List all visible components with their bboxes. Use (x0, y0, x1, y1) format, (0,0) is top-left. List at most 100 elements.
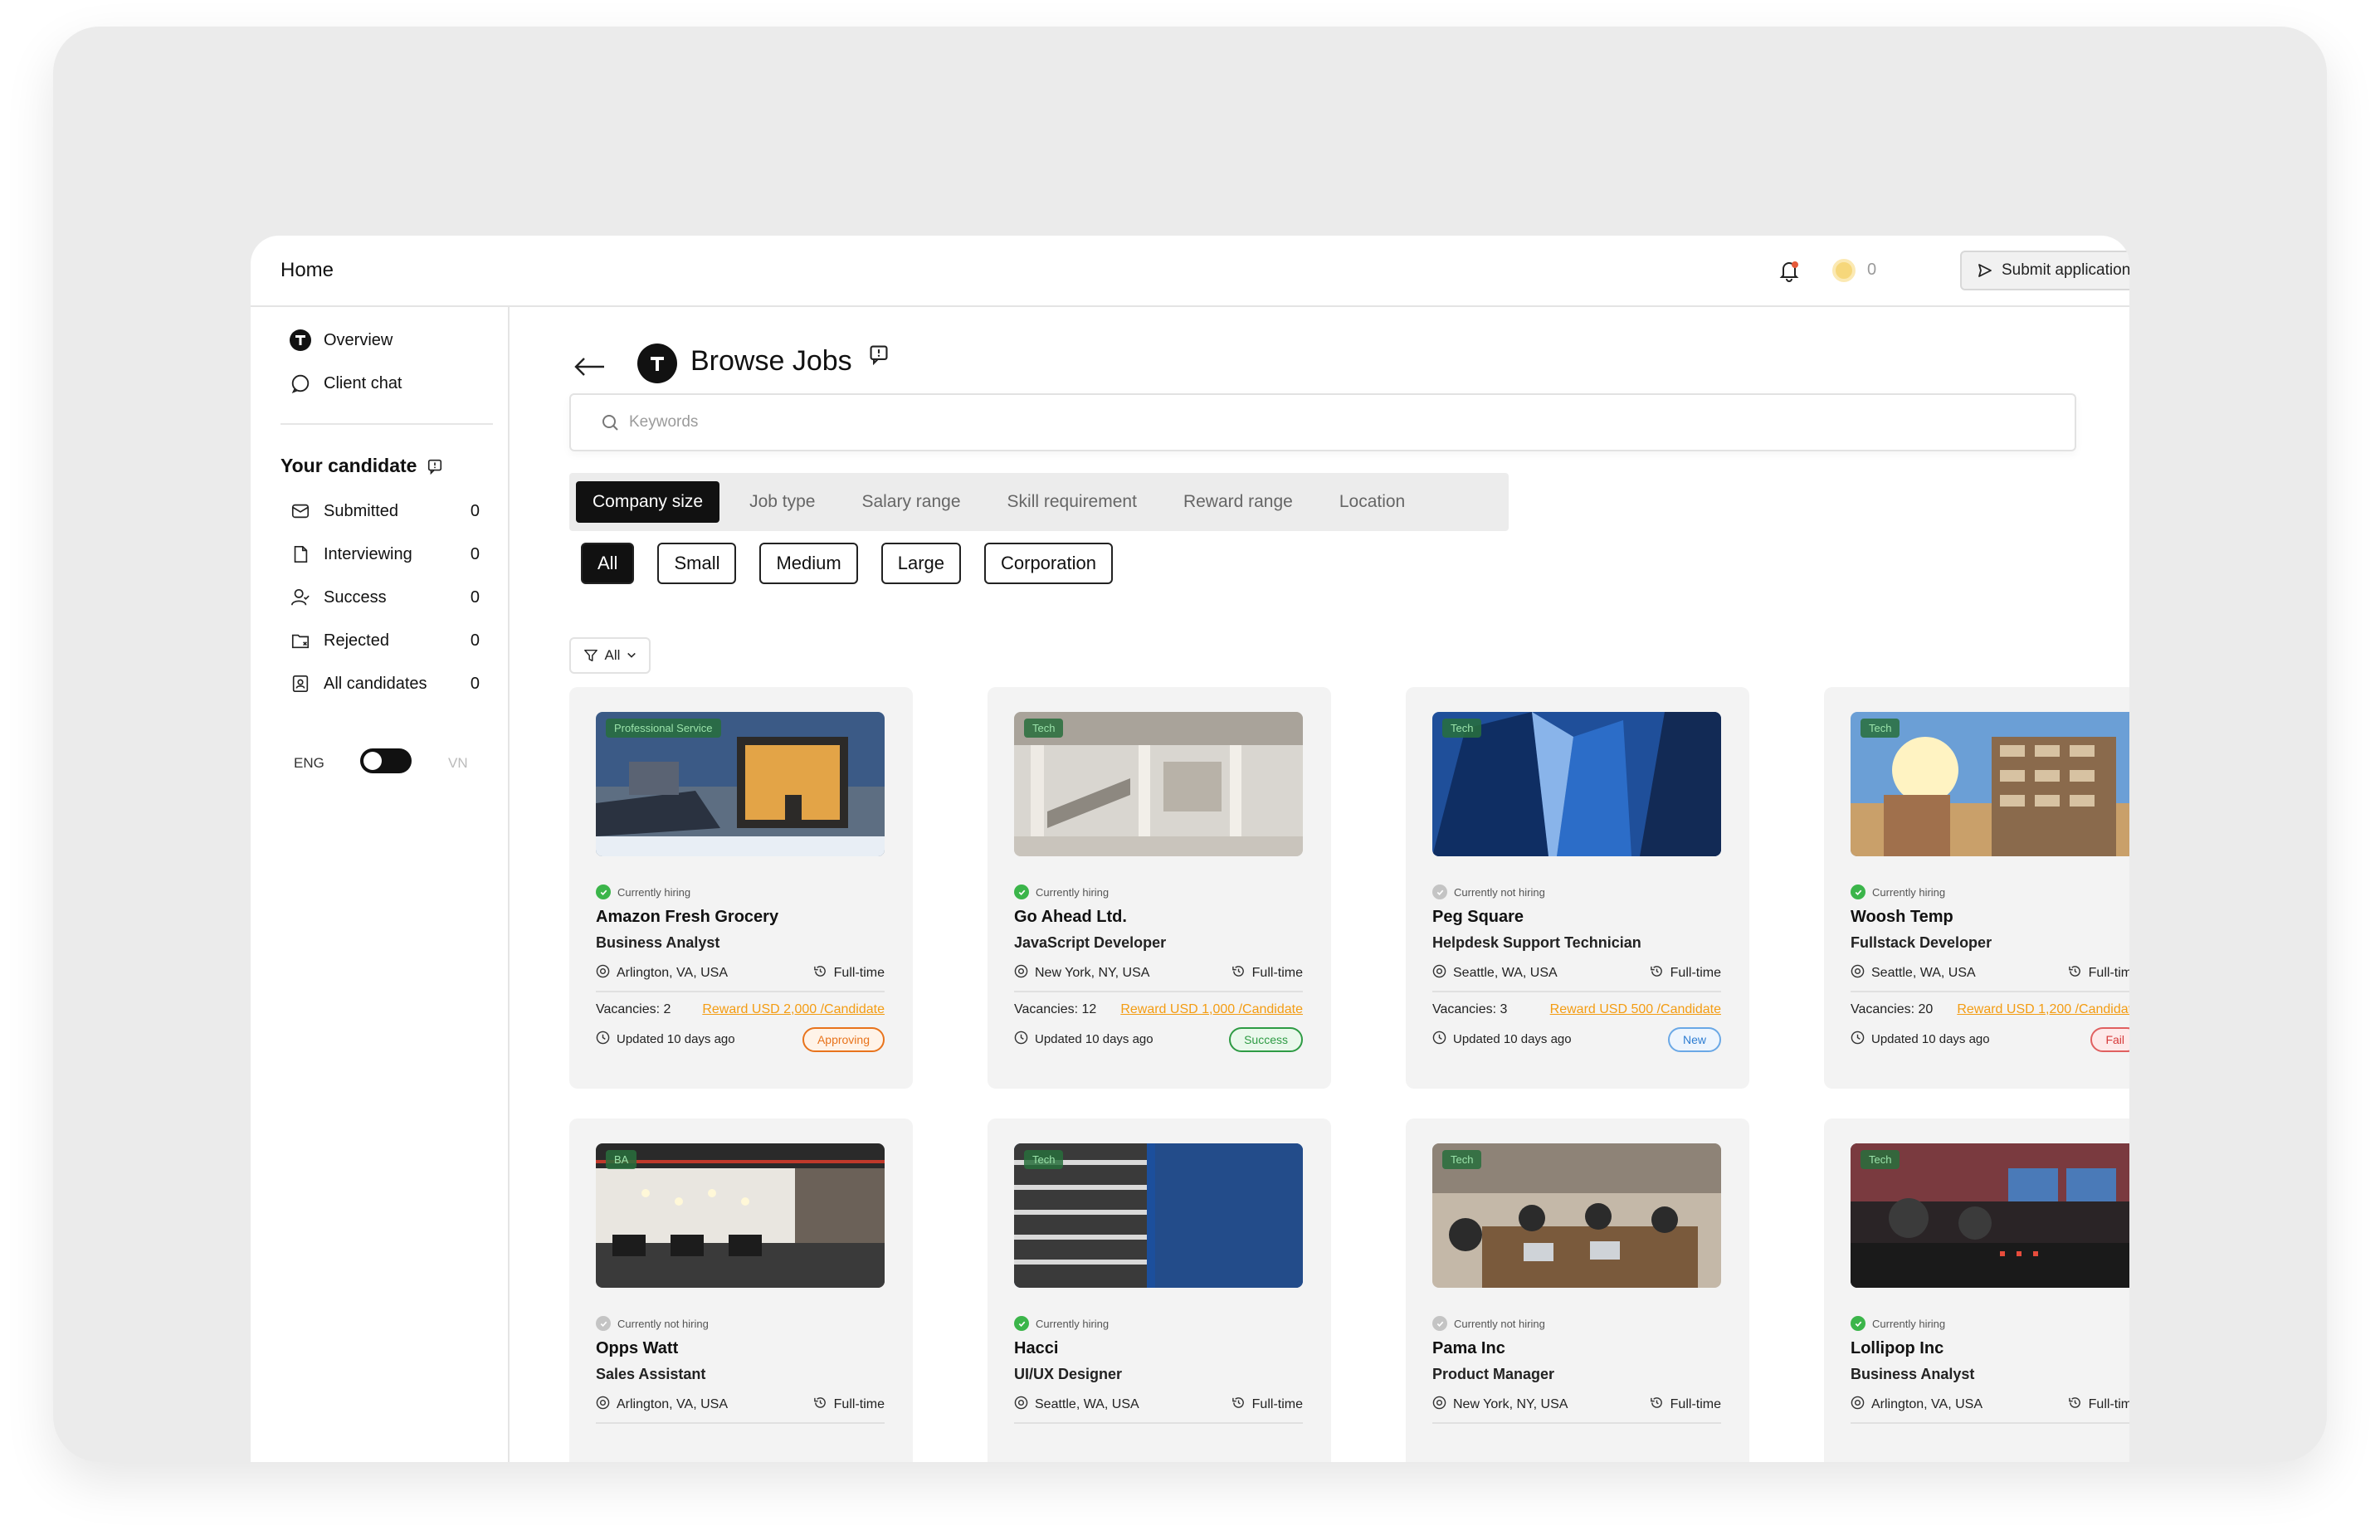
sidebar-item-success[interactable]: Success 0 (289, 586, 480, 609)
status-filter-dropdown[interactable]: All (569, 637, 651, 674)
app-window: Home 0 Submit application Overview Clien… (251, 236, 2129, 1462)
brand-logo-icon (289, 329, 312, 352)
candidate-count: 0 (470, 587, 480, 607)
hiring-status: Currently hiring (1851, 885, 1945, 899)
sidebar-item-all-candidates[interactable]: All candidates 0 (289, 672, 480, 695)
tab-skill-requirement[interactable]: Skill requirement (991, 481, 1153, 523)
reward-link[interactable]: Reward USD 1,200 /Candidate (1957, 1002, 2129, 1017)
hiring-status-label: Currently hiring (1872, 1317, 1946, 1330)
chip-corporation[interactable]: Corporation (984, 543, 1113, 584)
search-input[interactable] (629, 413, 1957, 431)
job-card[interactable]: Tech Currently not hiring Pama Inc Product … (1406, 1118, 1749, 1462)
reward-link[interactable]: Reward USD 500 /Candidate (1550, 1002, 1721, 1017)
sidebar: Overview Client chat Your candidate Subm… (251, 307, 510, 1462)
hiring-status: Currently hiring (1014, 885, 1109, 899)
feedback-note-icon[interactable] (868, 344, 890, 365)
chip-large[interactable]: Large (880, 543, 961, 584)
job-card[interactable]: Tech Currently hiring Woosh Temp Fullstack … (1824, 687, 2129, 1089)
sidebar-item-submitted[interactable]: Submitted 0 (289, 500, 480, 523)
sidebar-item-interviewing[interactable]: Interviewing 0 (289, 543, 480, 566)
location-label: Arlington, VA, USA (1871, 1397, 1983, 1411)
job-card[interactable]: Tech Currently hiring Lollipop Inc Business… (1824, 1118, 2129, 1462)
hiring-status: Currently not hiring (1432, 1316, 1545, 1331)
category-tag: Tech (1861, 1150, 1900, 1169)
submit-application-label: Submit application (2002, 261, 2129, 279)
vacancies: Vacancies: 20 (1851, 1002, 1934, 1016)
tab-location[interactable]: Location (1323, 481, 1422, 523)
category-tag: Tech (1861, 719, 1900, 738)
tab-company-size[interactable]: Company size (576, 481, 720, 523)
card-divider (1851, 1422, 2129, 1424)
sidebar-item-rejected[interactable]: Rejected 0 (289, 629, 480, 652)
tab-job-type[interactable]: Job type (733, 481, 832, 523)
your-candidate-label: Your candidate (280, 455, 417, 476)
page-title: Browse Jobs (690, 345, 852, 377)
job-location: Arlington, VA, USA (1851, 1396, 1983, 1414)
language-toggle[interactable] (360, 748, 412, 773)
job-card[interactable]: Tech Currently hiring Hacci UI/UX Designer S… (988, 1118, 1331, 1462)
company-name: Hacci (1014, 1339, 1059, 1357)
location-label: Seattle, WA, USA (1871, 966, 1976, 980)
card-divider (596, 991, 885, 992)
job-card[interactable]: Tech Currently hiring Go Ahead Ltd. JavaScr… (988, 687, 1331, 1089)
submit-application-button[interactable]: Submit application (1960, 251, 2129, 290)
language-eng-label: ENG (294, 755, 324, 771)
location-label: Seattle, WA, USA (1035, 1397, 1139, 1411)
history-icon (1650, 964, 1664, 982)
sidebar-item-label: Client chat (324, 373, 402, 392)
reward-link[interactable]: Reward USD 1,000 /Candidate (1120, 1002, 1303, 1017)
sidebar-item-label: All candidates (324, 674, 427, 693)
back-arrow-icon[interactable] (571, 353, 607, 380)
tab-salary-range[interactable]: Salary range (845, 481, 977, 523)
sidebar-item-label: Success (324, 587, 387, 607)
updated-time: Updated 10 days ago (1851, 1031, 1990, 1048)
clock-icon (596, 1031, 610, 1048)
hiring-status: Currently not hiring (1432, 885, 1545, 899)
search-icon (602, 415, 618, 431)
job-role: Sales Assistant (596, 1366, 706, 1382)
job-type-label: Full-time (1251, 966, 1303, 980)
hiring-status: Currently hiring (1014, 1316, 1109, 1331)
job-image: Tech (1014, 1143, 1303, 1288)
job-type-label: Full-time (1670, 1397, 1721, 1411)
job-role: Business Analyst (596, 934, 720, 951)
location-pin-icon (596, 1396, 610, 1414)
company-name: Peg Square (1432, 908, 1524, 926)
notification-bell-icon[interactable] (1776, 257, 1802, 284)
info-note-icon[interactable] (427, 458, 443, 475)
history-icon (2068, 1396, 2082, 1414)
category-tag: Professional Service (606, 719, 721, 738)
job-type: Full-time (1650, 964, 1721, 982)
tab-reward-range[interactable]: Reward range (1167, 481, 1309, 523)
company-name: Opps Watt (596, 1339, 679, 1357)
chip-medium[interactable]: Medium (759, 543, 858, 584)
sidebar-item-client-chat[interactable]: Client chat (289, 372, 402, 395)
category-tag: Tech (1442, 719, 1482, 738)
hiring-status: Currently hiring (1851, 1316, 1945, 1331)
job-type-label: Full-time (1251, 1397, 1303, 1411)
status-dot-icon (1432, 1316, 1447, 1331)
sidebar-item-overview[interactable]: Overview (289, 329, 393, 352)
updated-label: Updated 10 days ago (617, 1032, 735, 1046)
updated-time: Updated 10 days ago (1014, 1031, 1153, 1048)
hiring-status-label: Currently hiring (1872, 885, 1946, 899)
job-card[interactable]: Tech Currently not hiring Peg Square Helpde… (1406, 687, 1749, 1089)
chip-small[interactable]: Small (657, 543, 737, 584)
history-icon (1231, 964, 1246, 982)
job-type: Full-time (813, 964, 885, 982)
user-check-icon (289, 586, 312, 609)
job-type: Full-time (813, 1396, 885, 1414)
job-card[interactable]: Professional Service Currently hiring Amaz… (569, 687, 913, 1089)
status-badge: New (1667, 1027, 1721, 1052)
location-label: Seattle, WA, USA (1453, 966, 1558, 980)
company-name: Woosh Temp (1851, 908, 1953, 926)
company-name: Amazon Fresh Grocery (596, 908, 779, 926)
reward-link[interactable]: Reward USD 2,000 /Candidate (702, 1002, 885, 1017)
location-label: New York, NY, USA (1035, 966, 1150, 980)
job-card[interactable]: BA Currently not hiring Opps Watt Sales Ass… (569, 1118, 913, 1462)
job-location: New York, NY, USA (1432, 1396, 1568, 1414)
check-circle-icon (1851, 1316, 1865, 1331)
job-type-label: Full-time (2088, 966, 2129, 980)
job-type-label: Full-time (833, 966, 885, 980)
chip-all[interactable]: All (581, 543, 635, 584)
